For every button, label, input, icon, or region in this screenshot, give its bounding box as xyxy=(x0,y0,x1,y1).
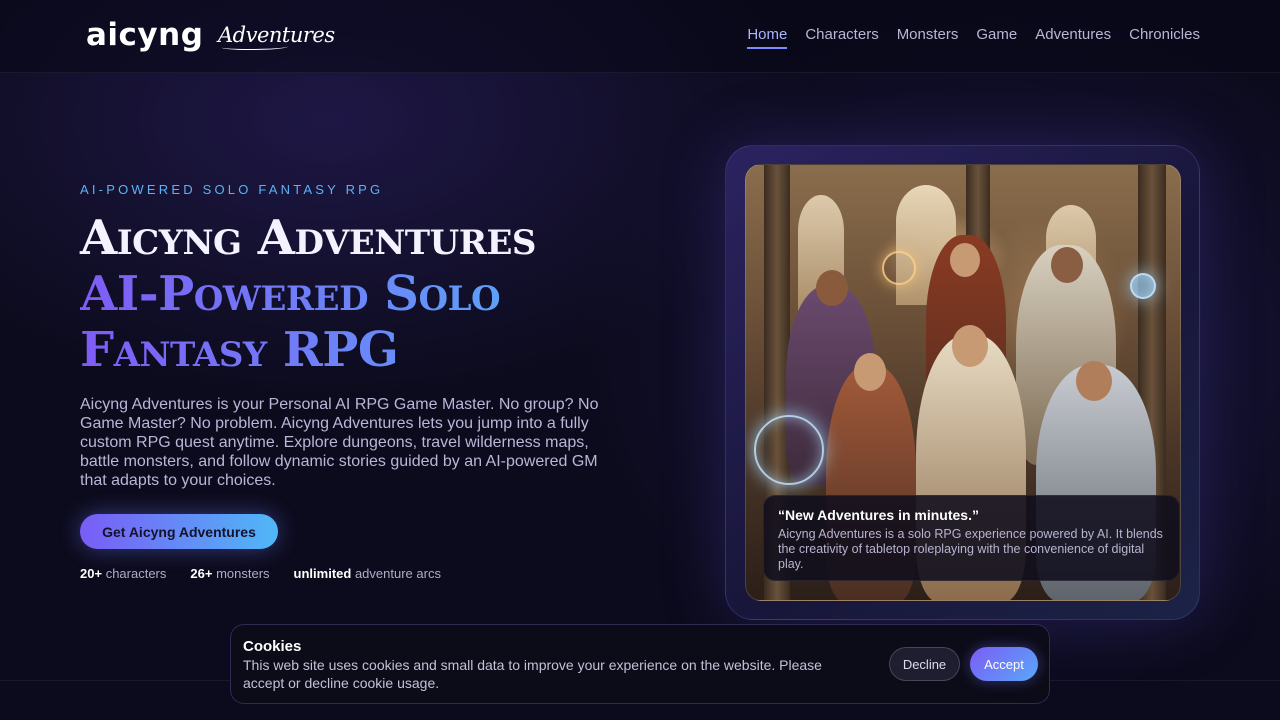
get-aicyng-button[interactable]: Get Aicyng Adventures xyxy=(80,514,278,549)
cookie-banner: Cookies This web site uses cookies and s… xyxy=(230,624,1050,704)
art-head xyxy=(1051,247,1083,283)
hero-title-line1: Aicyng Adventures xyxy=(80,210,536,266)
art-head xyxy=(1076,361,1112,401)
nav-characters[interactable]: Characters xyxy=(805,25,878,49)
stat-value: 20+ xyxy=(80,566,103,581)
art-magic-sigil xyxy=(882,251,916,285)
hero-stats: 20+ characters 26+ monsters unlimited ad… xyxy=(80,566,441,581)
cookie-text: This web site uses cookies and small dat… xyxy=(243,657,822,691)
stat-label: monsters xyxy=(216,566,270,581)
stat-characters: 20+ characters xyxy=(80,566,166,581)
hero-eyebrow: AI-POWERED SOLO FANTASY RPG xyxy=(80,182,384,197)
hero-quote-card: “New Adventures in minutes.” Aicyng Adve… xyxy=(763,495,1180,581)
cookie-accept-button[interactable]: Accept xyxy=(970,647,1038,681)
stat-label: adventure arcs xyxy=(354,566,441,581)
hero-title-line2: AI-Powered Solo xyxy=(80,266,700,322)
stat-monsters: 26+ monsters xyxy=(190,566,269,581)
nav-chronicles[interactable]: Chronicles xyxy=(1129,25,1200,49)
stat-value: unlimited xyxy=(293,566,352,581)
art-magic-orb xyxy=(1130,273,1156,299)
adventures-logo[interactable]: Adventures xyxy=(218,18,335,52)
nav-monsters[interactable]: Monsters xyxy=(897,25,959,49)
main-nav: Home Characters Monsters Game Adventures… xyxy=(747,25,1200,49)
stat-label: characters xyxy=(105,566,167,581)
nav-home[interactable]: Home xyxy=(747,25,788,49)
art-head xyxy=(854,353,886,391)
quote-text: Aicyng Adventures is a solo RPG experien… xyxy=(778,527,1163,571)
art-magic-rune xyxy=(754,415,824,485)
art-head xyxy=(950,243,980,277)
hero-title-line3: Fantasy RPG xyxy=(80,322,700,378)
logo-swoosh xyxy=(222,44,288,50)
art-head xyxy=(816,270,848,306)
art-head xyxy=(952,325,988,367)
hero-title: Aicyng Adventures AI-Powered Solo Fantas… xyxy=(80,210,700,378)
nav-game[interactable]: Game xyxy=(976,25,1017,49)
stat-arcs: unlimited adventure arcs xyxy=(294,566,441,581)
nav-adventures[interactable]: Adventures xyxy=(1035,25,1111,49)
quote-title: “New Adventures in minutes.” xyxy=(778,507,979,523)
hero-description: Aicyng Adventures is your Personal AI RP… xyxy=(80,396,599,489)
site-header: aicyng Adventures Home Characters Monste… xyxy=(0,0,1280,73)
stat-value: 26+ xyxy=(190,566,213,581)
aicyng-logo[interactable]: aicyng xyxy=(86,16,203,54)
cookie-decline-button[interactable]: Decline xyxy=(889,647,960,681)
